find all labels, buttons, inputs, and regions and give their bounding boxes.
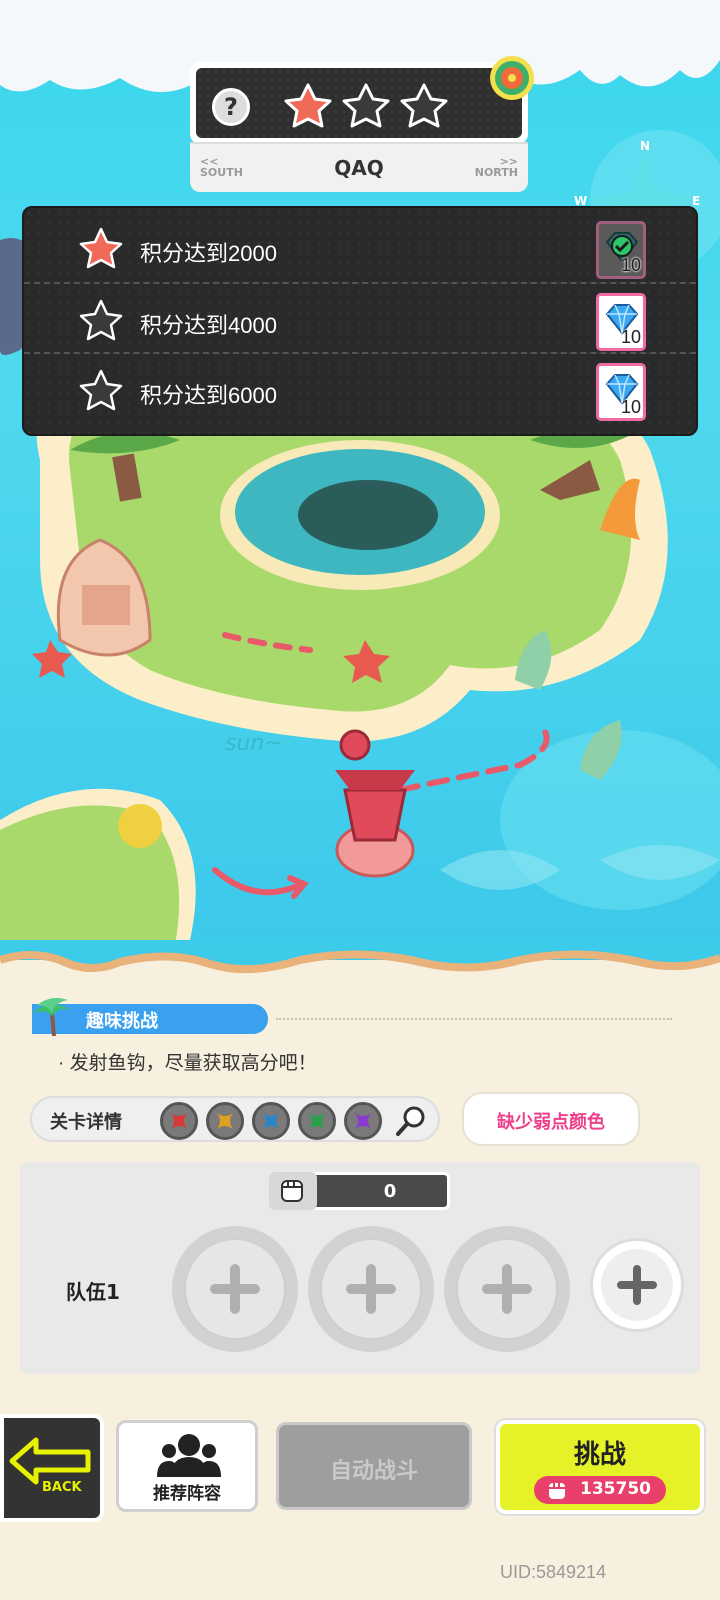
challenge-button[interactable]: 挑战 135750 [496, 1420, 704, 1514]
challenge-cost: 135750 [534, 1476, 666, 1504]
star-empty-icon [342, 83, 390, 128]
mode-tag: 趣味挑战 [32, 998, 268, 1036]
star-earned-icon [284, 83, 332, 128]
weakness-green-icon [298, 1102, 336, 1140]
stage-stars [282, 82, 450, 132]
back-label: BACK [42, 1480, 82, 1495]
star-empty-icon [79, 299, 123, 341]
reward-item[interactable]: 10 [596, 293, 646, 351]
reward-item[interactable]: 10 [596, 363, 646, 421]
reward-item[interactable]: 10 [596, 221, 646, 279]
team-power: 0 [269, 1172, 450, 1210]
weakness-red-icon [160, 1102, 198, 1140]
support-slot[interactable] [590, 1238, 684, 1332]
task-row: 积分达到6000 10 [24, 352, 696, 422]
task-label: 积分达到6000 [140, 383, 277, 408]
fist-icon [281, 1180, 303, 1202]
people-icon [157, 1434, 221, 1477]
divider [276, 1018, 672, 1020]
team-slot[interactable] [172, 1226, 298, 1352]
stage-details-bar[interactable]: 关卡详情 [30, 1096, 440, 1142]
map-label: sun~ [225, 731, 283, 756]
task-label: 积分达到4000 [140, 313, 277, 338]
task-label: 积分达到2000 [140, 241, 277, 266]
flower-badge-icon[interactable] [488, 54, 536, 102]
missing-weakness-text: 缺少弱点颜色 [497, 1112, 605, 1133]
challenge-label: 挑战 [573, 1440, 626, 1470]
auto-battle-button[interactable]: 自动战斗 [276, 1422, 472, 1510]
team-panel: 0 队伍1 [20, 1162, 700, 1374]
star-earned-icon [79, 227, 123, 269]
fist-icon [549, 1483, 565, 1499]
weakness-yellow-icon [206, 1102, 244, 1140]
team-slot[interactable] [444, 1226, 570, 1352]
svg-text:E: E [692, 194, 700, 208]
arrow-left-icon [9, 1437, 91, 1485]
team-label: 队伍1 [66, 1280, 120, 1304]
magnifier-icon[interactable] [394, 1104, 428, 1138]
reward-count: 10 [620, 397, 641, 417]
svg-text:N: N [640, 139, 650, 153]
mode-title: 趣味挑战 [86, 1011, 158, 1032]
user-id: UID:5849214 [500, 1562, 607, 1582]
help-icon[interactable]: ? [212, 88, 250, 126]
star-tasks-panel: 积分达到2000 10 积分达到4000 10 积分达到6000 10 [22, 206, 698, 436]
reward-count: 10 [620, 255, 641, 275]
sheet-edge-decoration [0, 940, 720, 974]
plus-icon [601, 1249, 673, 1321]
challenge-cost-value: 135750 [580, 1479, 651, 1499]
team-power-value: 0 [383, 1181, 397, 1202]
task-row: 积分达到4000 10 [24, 282, 696, 352]
recommended-lineup-label: 推荐阵容 [153, 1484, 221, 1504]
stage-map: N W E sun~ ? << SOUTH QAQ >> NORTH 积分达到2… [0, 0, 720, 960]
stage-card: ? << SOUTH QAQ >> NORTH [190, 56, 534, 192]
weakness-blue-icon [252, 1102, 290, 1140]
mode-description: · 发射鱼钩，尽量获取高分吧！ [58, 1053, 317, 1074]
reward-count: 10 [620, 327, 641, 347]
star-empty-icon [400, 83, 448, 128]
back-button[interactable]: BACK [0, 1414, 104, 1522]
stage-details-label: 关卡详情 [50, 1112, 122, 1133]
task-row: 积分达到2000 10 [24, 212, 696, 282]
plus-icon [210, 1264, 260, 1314]
weakness-purple-icon [344, 1102, 382, 1140]
star-empty-icon [79, 369, 123, 411]
recommended-lineup-button[interactable]: 推荐阵容 [116, 1420, 258, 1512]
missing-weakness-tip: 缺少弱点颜色 [462, 1092, 640, 1146]
plus-icon [482, 1264, 532, 1314]
team-slot[interactable] [308, 1226, 434, 1352]
auto-battle-label: 自动战斗 [329, 1459, 418, 1484]
plus-icon [346, 1264, 396, 1314]
nav-north[interactable]: >> NORTH [475, 156, 518, 178]
palm-tree-icon [32, 998, 72, 1036]
